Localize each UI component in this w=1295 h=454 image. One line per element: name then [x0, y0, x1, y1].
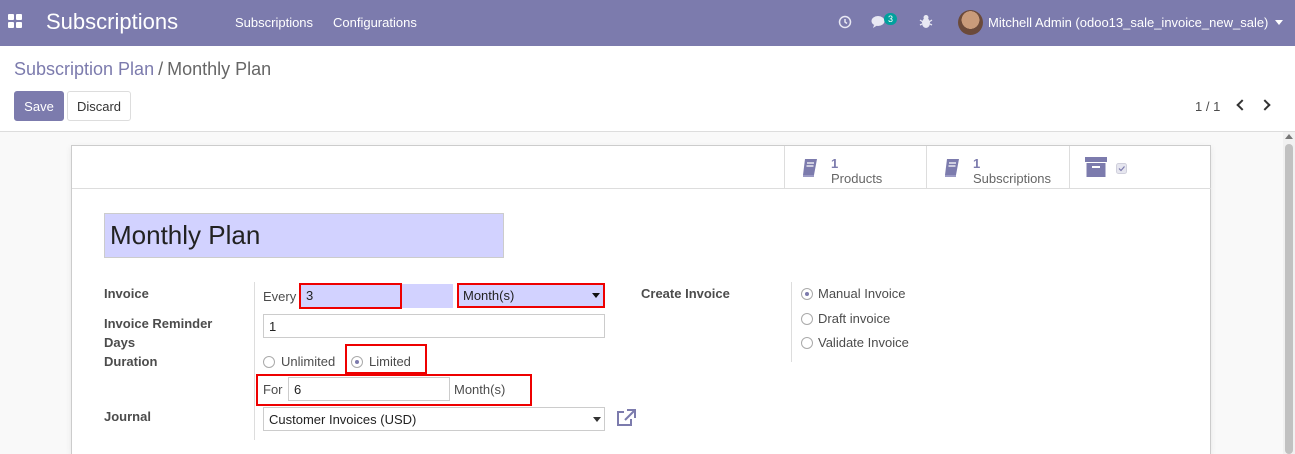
create-invoice-manual-label[interactable]: Manual Invoice [818, 286, 905, 301]
scroll-up-icon[interactable] [1285, 134, 1293, 139]
book-icon [945, 159, 959, 177]
avatar[interactable] [958, 10, 983, 35]
chevron-left-icon [1236, 99, 1248, 111]
invoice-reminder-label: Invoice Reminder [104, 316, 213, 331]
clock-icon[interactable] [838, 15, 852, 29]
breadcrumb-current: Monthly Plan [167, 59, 272, 79]
checkbox-icon [1116, 163, 1127, 174]
menu-subscriptions[interactable]: Subscriptions [235, 15, 313, 30]
book-icon [803, 159, 817, 177]
field-divider [791, 282, 792, 362]
every-label: Every [263, 289, 297, 304]
external-link-icon[interactable] [616, 409, 636, 427]
form-sheet: 1 Products 1 Subscriptions Monthly Plan … [71, 145, 1211, 454]
control-panel: Subscription Plan / Monthly Plan Save Disc… [0, 46, 1295, 132]
bug-icon[interactable] [919, 14, 933, 29]
pager-value[interactable]: 1 / 1 [1195, 99, 1220, 114]
products-label: Products [831, 171, 883, 186]
messages-badge: 3 [884, 13, 898, 25]
breadcrumb-separator: / [158, 59, 164, 79]
create-invoice-manual-radio[interactable] [801, 288, 813, 300]
products-smart-button[interactable]: 1 Products [784, 146, 926, 188]
plan-name-input[interactable]: Monthly Plan [104, 213, 504, 258]
highlight-duration-limited [345, 344, 427, 374]
scrollbar-thumb[interactable] [1285, 144, 1293, 454]
highlight-interval-unit [457, 283, 605, 308]
create-invoice-draft-radio[interactable] [801, 313, 813, 325]
products-count: 1 [831, 156, 839, 171]
breadcrumb-parent[interactable]: Subscription Plan [14, 59, 154, 79]
subscriptions-label: Subscriptions [973, 171, 1052, 186]
breadcrumb: Subscription Plan / Monthly Plan [14, 59, 271, 80]
button-box: 1 Products 1 Subscriptions [784, 146, 1211, 189]
journal-label: Journal [104, 409, 151, 424]
invoice-label: Invoice [104, 286, 149, 301]
archive-toggle-button[interactable] [1069, 146, 1211, 188]
field-divider [254, 282, 255, 440]
save-button[interactable]: Save [14, 91, 64, 121]
chevron-down-icon [593, 417, 601, 422]
discard-button[interactable]: Discard [67, 91, 131, 121]
duration-unlimited-label[interactable]: Unlimited [281, 354, 335, 369]
duration-label: Duration [104, 354, 158, 369]
pager-previous-button[interactable] [1232, 96, 1250, 116]
highlight-duration-length [256, 374, 532, 406]
subscriptions-smart-button[interactable]: 1 Subscriptions [926, 146, 1069, 188]
journal-select[interactable]: Customer Invoices (USD) [263, 407, 605, 431]
subscriptions-count: 1 [973, 156, 981, 171]
archive-icon [1085, 157, 1107, 177]
menu-configurations[interactable]: Configurations [333, 15, 417, 30]
create-invoice-validate-radio[interactable] [801, 337, 813, 349]
create-invoice-draft-label[interactable]: Draft invoice [818, 311, 890, 326]
create-invoice-label: Create Invoice [641, 286, 730, 301]
user-menu[interactable]: Mitchell Admin (odoo13_sale_invoice_new_… [988, 15, 1268, 30]
apps-icon[interactable] [8, 14, 22, 28]
app-title[interactable]: Subscriptions [46, 9, 178, 35]
chevron-right-icon [1259, 99, 1271, 111]
reminder-days-input[interactable]: 1 [263, 314, 605, 338]
chevron-down-icon[interactable] [1275, 20, 1283, 25]
duration-unlimited-radio[interactable] [263, 356, 275, 368]
pager-next-button[interactable] [1258, 96, 1276, 116]
invoice-reminder-days-label: Days [104, 335, 136, 350]
scrollbar[interactable] [1283, 132, 1295, 454]
create-invoice-validate-label[interactable]: Validate Invoice [818, 335, 909, 350]
highlight-interval-number [299, 283, 402, 309]
top-navbar: Subscriptions Subscriptions Configuratio… [0, 0, 1295, 46]
